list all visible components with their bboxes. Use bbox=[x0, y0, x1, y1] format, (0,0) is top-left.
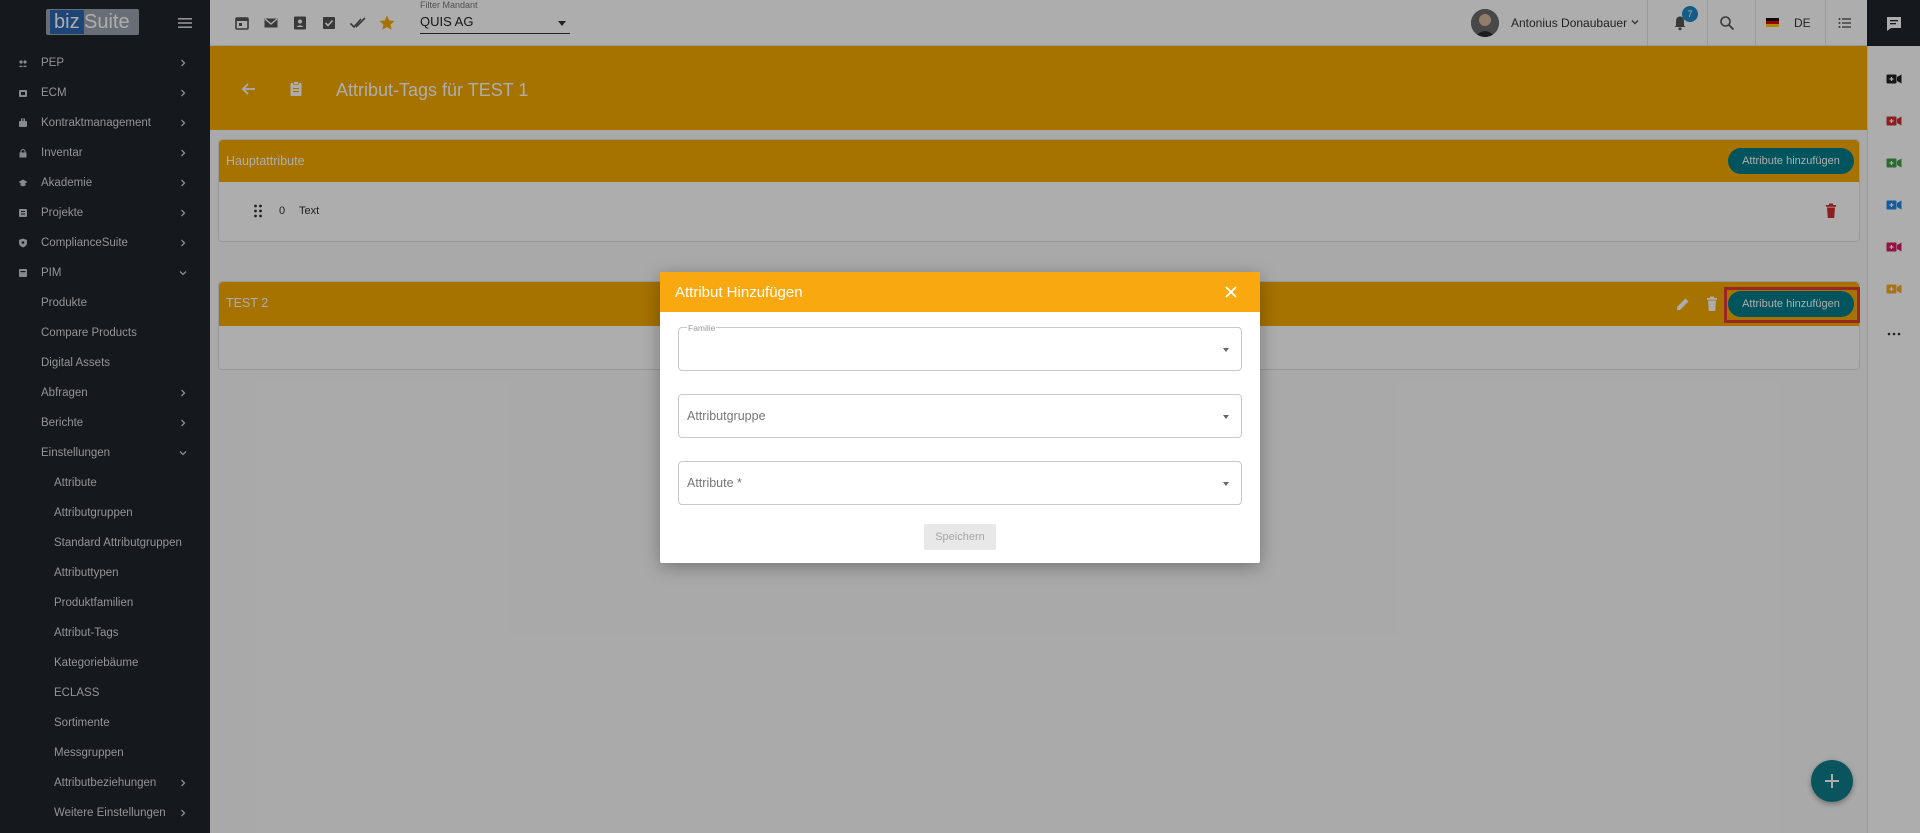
dropdown-caret-icon bbox=[1223, 415, 1229, 419]
attributgruppe-select[interactable]: Attributgruppe bbox=[678, 394, 1242, 438]
field-label: Familie bbox=[687, 323, 717, 333]
save-button[interactable]: Speichern bbox=[924, 524, 996, 550]
attribute-select[interactable]: Attribute * bbox=[678, 461, 1242, 505]
dropdown-caret-icon bbox=[1223, 348, 1229, 352]
familie-select[interactable]: Familie bbox=[678, 323, 1242, 371]
add-attribute-dialog: Attribut Hinzufügen Familie Attributgrup… bbox=[660, 272, 1260, 563]
close-icon[interactable] bbox=[1224, 285, 1238, 299]
field-placeholder: Attribute * bbox=[687, 476, 742, 490]
dropdown-caret-icon bbox=[1223, 482, 1229, 486]
dialog-title: Attribut Hinzufügen bbox=[675, 284, 803, 301]
dialog-header: Attribut Hinzufügen bbox=[660, 272, 1260, 312]
field-placeholder: Attributgruppe bbox=[687, 409, 766, 423]
